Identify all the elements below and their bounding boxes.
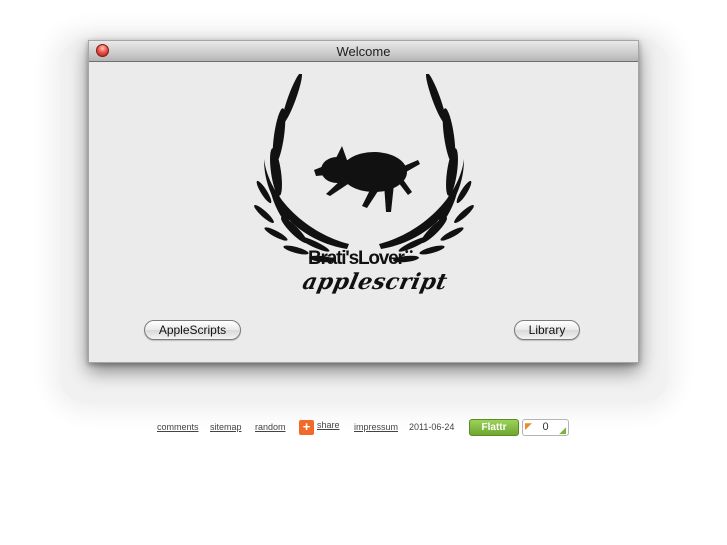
brand-subtitle: applescript (300, 269, 450, 295)
date-stamp: 2011-06-24 (409, 422, 455, 432)
comments-link[interactable]: comments (157, 422, 199, 432)
impressum-link[interactable]: impressum (354, 422, 398, 432)
share-icon[interactable]: + (299, 420, 314, 435)
library-button[interactable]: Library (514, 320, 580, 340)
window-content: Brati'sLover •• applescript AppleScripts… (89, 62, 638, 362)
share-link[interactable]: share (317, 420, 340, 430)
pig-icon (314, 146, 420, 212)
brand-mark: •• (405, 247, 415, 258)
flattr-count-value: 0 (542, 421, 549, 433)
window-titlebar[interactable]: Welcome (89, 41, 638, 62)
flattr-button[interactable]: Flattr (469, 419, 519, 436)
sitemap-link[interactable]: sitemap (210, 422, 242, 432)
brand-name: Brati'sLover (308, 248, 405, 269)
footer: comments sitemap random + share impressu… (0, 419, 727, 439)
flattr-counter: ◤ 0 ◢ (522, 419, 569, 436)
window-title: Welcome (336, 44, 391, 59)
flattr-corner-icon: ◢ (559, 425, 566, 435)
applescripts-button[interactable]: AppleScripts (144, 320, 241, 340)
flattr-corner-icon: ◤ (525, 421, 532, 431)
welcome-window: Welcome Brati'sLover •• applescript Appl… (88, 40, 639, 363)
random-link[interactable]: random (255, 422, 286, 432)
